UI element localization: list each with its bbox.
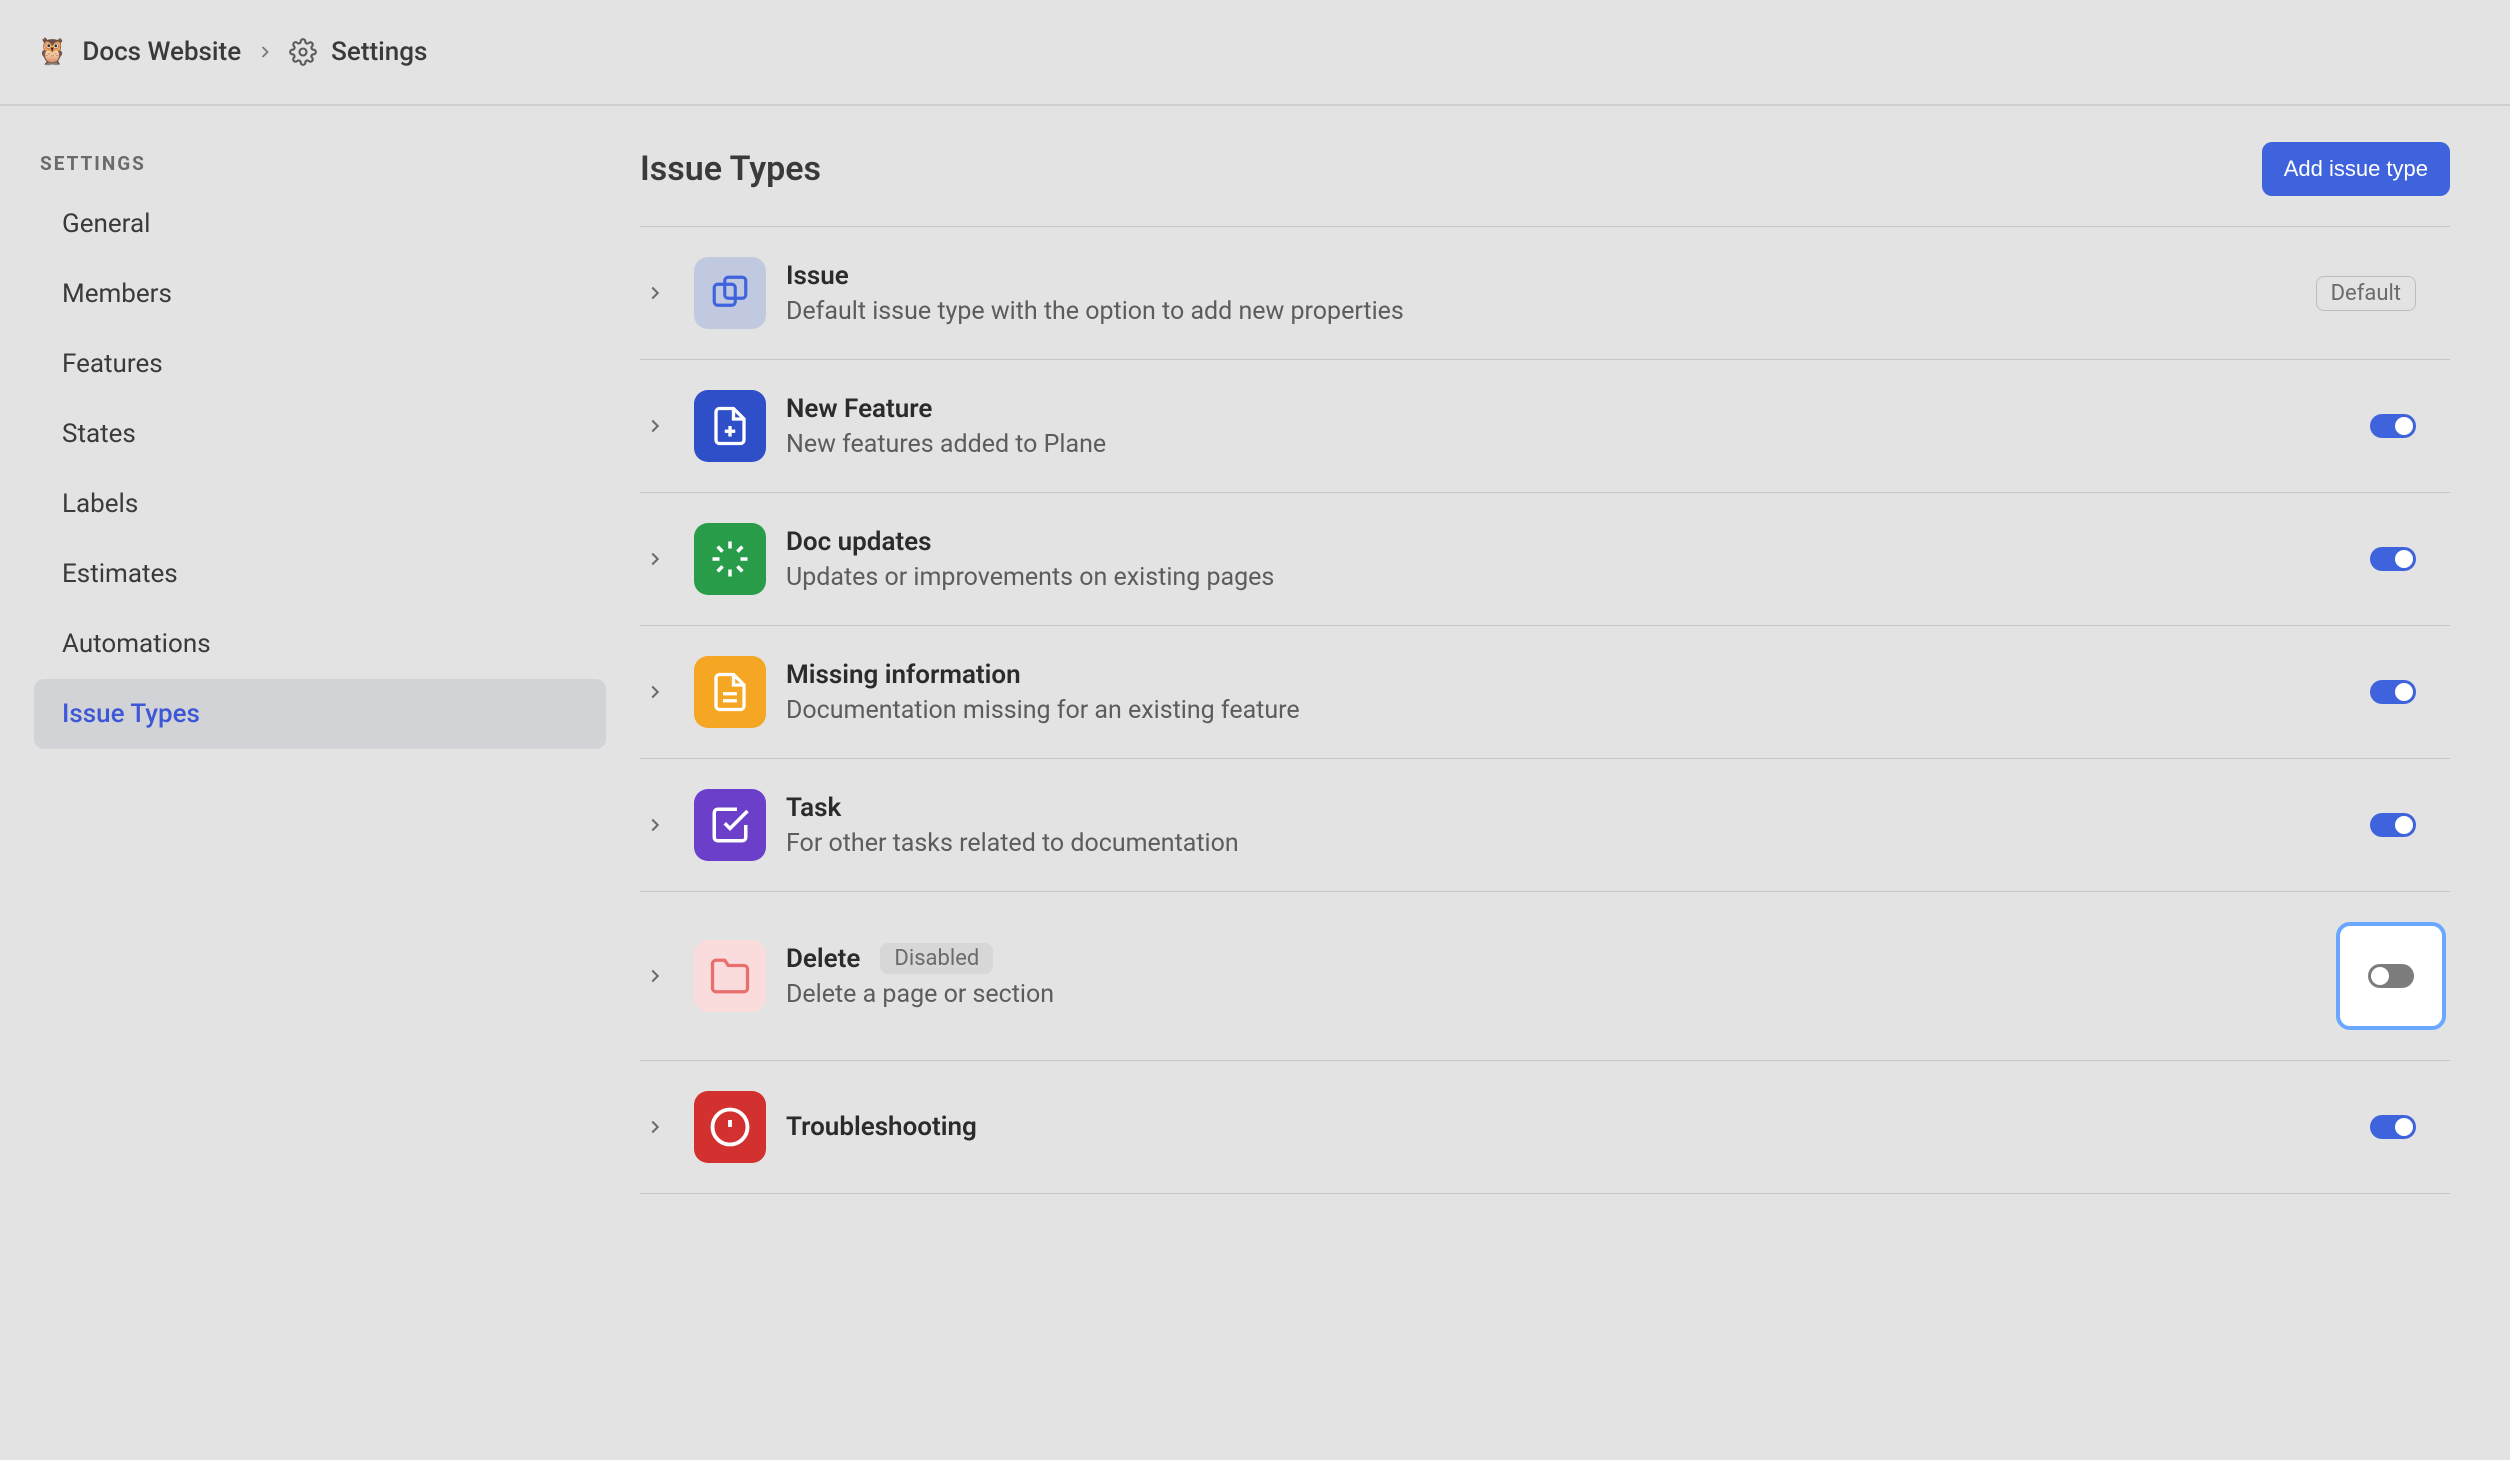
disabled-chip: Disabled xyxy=(880,943,993,974)
sidebar: SETTINGS General Members Features States… xyxy=(0,106,640,1194)
type-name: Troubleshooting xyxy=(786,1112,977,1142)
toggle-enable[interactable] xyxy=(2368,964,2414,988)
issue-type-row: New Feature New features added to Plane xyxy=(640,360,2450,493)
page-title: Issue Types xyxy=(640,149,821,189)
sidebar-item-issue-types[interactable]: Issue Types xyxy=(34,679,606,749)
toggle-enable[interactable] xyxy=(2370,414,2416,438)
type-desc: New features added to Plane xyxy=(786,430,1106,459)
sidebar-item-estimates[interactable]: Estimates xyxy=(34,539,606,609)
sidebar-title: SETTINGS xyxy=(34,152,606,175)
breadcrumb-project[interactable]: Docs Website xyxy=(82,37,241,67)
sidebar-item-automations[interactable]: Automations xyxy=(34,609,606,679)
expand-icon[interactable] xyxy=(644,681,674,703)
type-desc: For other tasks related to documentation xyxy=(786,829,1239,858)
type-desc: Default issue type with the option to ad… xyxy=(786,297,1404,326)
breadcrumb: 🦉 Docs Website Settings xyxy=(0,0,2510,106)
type-name: Missing information xyxy=(786,660,1300,690)
chevron-right-icon xyxy=(255,42,275,62)
toggle-enable[interactable] xyxy=(2370,1115,2416,1139)
type-desc: Delete a page or section xyxy=(786,980,1054,1009)
sidebar-item-general[interactable]: General xyxy=(34,189,606,259)
sidebar-item-states[interactable]: States xyxy=(34,399,606,469)
add-issue-type-button[interactable]: Add issue type xyxy=(2262,142,2450,196)
main-panel: Issue Types Add issue type Issue Default… xyxy=(640,106,2510,1194)
type-desc: Documentation missing for an existing fe… xyxy=(786,696,1300,725)
issue-type-row: Missing information Documentation missin… xyxy=(640,626,2450,759)
type-name: New Feature xyxy=(786,394,1106,424)
issue-type-row: Doc updates Updates or improvements on e… xyxy=(640,493,2450,626)
sidebar-item-labels[interactable]: Labels xyxy=(34,469,606,539)
toggle-enable[interactable] xyxy=(2370,813,2416,837)
expand-icon[interactable] xyxy=(644,415,674,437)
layers-icon xyxy=(694,257,766,329)
file-text-icon xyxy=(694,656,766,728)
expand-icon[interactable] xyxy=(644,965,674,987)
gear-icon xyxy=(289,38,317,66)
expand-icon[interactable] xyxy=(644,814,674,836)
type-name: Doc updates xyxy=(786,527,1274,557)
issue-type-row: Task For other tasks related to document… xyxy=(640,759,2450,892)
sidebar-item-features[interactable]: Features xyxy=(34,329,606,399)
file-plus-icon xyxy=(694,390,766,462)
type-name: Delete xyxy=(786,944,860,974)
type-name: Issue xyxy=(786,261,1404,291)
type-name: Task xyxy=(786,793,1239,823)
issue-type-row: Issue Default issue type with the option… xyxy=(640,227,2450,360)
check-square-icon xyxy=(694,789,766,861)
issue-type-row: Troubleshooting xyxy=(640,1061,2450,1194)
loader-icon xyxy=(694,523,766,595)
default-badge: Default xyxy=(2316,276,2416,311)
toggle-enable[interactable] xyxy=(2370,547,2416,571)
toggle-enable[interactable] xyxy=(2370,680,2416,704)
alert-circle-icon xyxy=(694,1091,766,1163)
type-desc: Updates or improvements on existing page… xyxy=(786,563,1274,592)
expand-icon[interactable] xyxy=(644,1116,674,1138)
issue-type-row: Delete Disabled Delete a page or section xyxy=(640,892,2450,1061)
expand-icon[interactable] xyxy=(644,282,674,304)
breadcrumb-page: Settings xyxy=(331,37,427,67)
folder-icon xyxy=(694,940,766,1012)
sidebar-item-members[interactable]: Members xyxy=(34,259,606,329)
project-icon: 🦉 xyxy=(36,37,68,67)
expand-icon[interactable] xyxy=(644,548,674,570)
toggle-focus-ring xyxy=(2336,922,2446,1030)
